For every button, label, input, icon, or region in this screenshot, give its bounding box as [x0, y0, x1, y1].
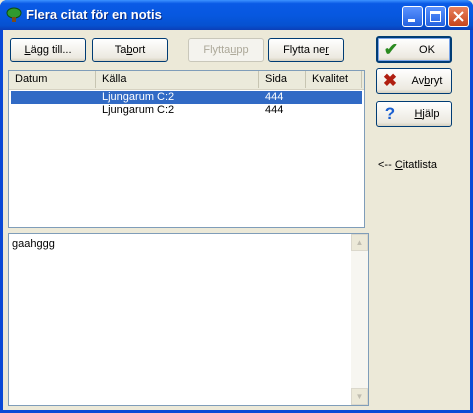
table-header: Datum Källa Sida Kvalitet [9, 71, 364, 90]
close-button[interactable] [448, 6, 469, 27]
cancel-label-pre: Av [411, 75, 425, 87]
cell-sida: 444 [265, 104, 284, 116]
arrow-left-icon: <-- [378, 159, 395, 171]
x-icon: ✖ [382, 71, 398, 90]
cell-sida: 444 [265, 91, 284, 103]
window-title: Flera citat för en notis [26, 7, 162, 22]
question-icon: ? [384, 104, 396, 123]
chevron-down-icon: ▼ [355, 392, 364, 401]
column-header-sida[interactable]: Sida [259, 71, 306, 88]
move-down-label-pre: Flytta ne [283, 44, 326, 56]
remove-label-pre: Ta [114, 44, 127, 56]
move-up-label-post: pp [236, 44, 249, 56]
scroll-down-button[interactable]: ▼ [351, 388, 368, 405]
column-header-kvalitet[interactable]: Kvalitet [306, 71, 362, 88]
note-text: gaahggg [12, 238, 55, 250]
cancel-label-post: ryt [430, 75, 443, 87]
column-header-kalla[interactable]: Källa [96, 71, 259, 88]
table-row[interactable]: Ljungarum C:2 444 [11, 91, 362, 104]
ok-button[interactable]: ✔ OK [376, 36, 452, 63]
maximize-icon [430, 11, 441, 22]
cell-kalla: Ljungarum C:2 [102, 91, 175, 103]
vertical-scrollbar[interactable]: ▲ ▼ [351, 234, 368, 405]
chevron-up-icon: ▲ [355, 238, 364, 247]
remove-button[interactable]: Ta b ort [92, 38, 168, 62]
dialog-client: Lägg till... Ta b ort Flytta u pp Flytta n… [3, 30, 470, 410]
tree-icon [6, 7, 22, 22]
help-button[interactable]: ? Hjälp [376, 101, 452, 127]
cell-kalla: Ljungarum C:2 [102, 104, 175, 116]
table-row[interactable]: Ljungarum C:2 444 [11, 104, 362, 117]
help-label-post: jälp [422, 108, 440, 120]
maximize-button[interactable] [425, 6, 446, 27]
cancel-button[interactable]: ✖ Avbryt [376, 68, 452, 94]
minimize-button[interactable] [402, 6, 423, 27]
add-button[interactable]: Lägg till... [10, 38, 86, 62]
title-bar[interactable]: Flera citat för en notis [0, 0, 473, 30]
move-up-label-pre: Flytta [203, 44, 231, 56]
citation-table[interactable]: Datum Källa Sida Kvalitet Ljungarum C:2 … [8, 70, 365, 228]
checkmark-icon: ✔ [383, 39, 399, 59]
remove-label-post: ort [132, 44, 146, 56]
note-textarea[interactable]: gaahggg ▲ ▼ [8, 233, 369, 406]
minimize-icon [408, 19, 415, 22]
ok-label: OK [419, 43, 435, 56]
citation-link-hotkey: C [394, 159, 403, 171]
scroll-up-button[interactable]: ▲ [351, 234, 368, 251]
citation-link-label: itatlista [402, 159, 438, 171]
close-icon [453, 11, 464, 22]
citation-list-link[interactable]: <-- Citatlista [378, 159, 437, 171]
move-down-label-hotkey: r [325, 44, 329, 56]
move-up-button[interactable]: Flytta u pp [188, 38, 264, 62]
dialog-window: Flera citat för en notis Lägg till... Ta… [0, 0, 473, 413]
column-header-datum[interactable]: Datum [9, 71, 96, 88]
add-label-post: ägg till... [30, 44, 72, 56]
move-down-button[interactable]: Flytta ne r [268, 38, 344, 62]
